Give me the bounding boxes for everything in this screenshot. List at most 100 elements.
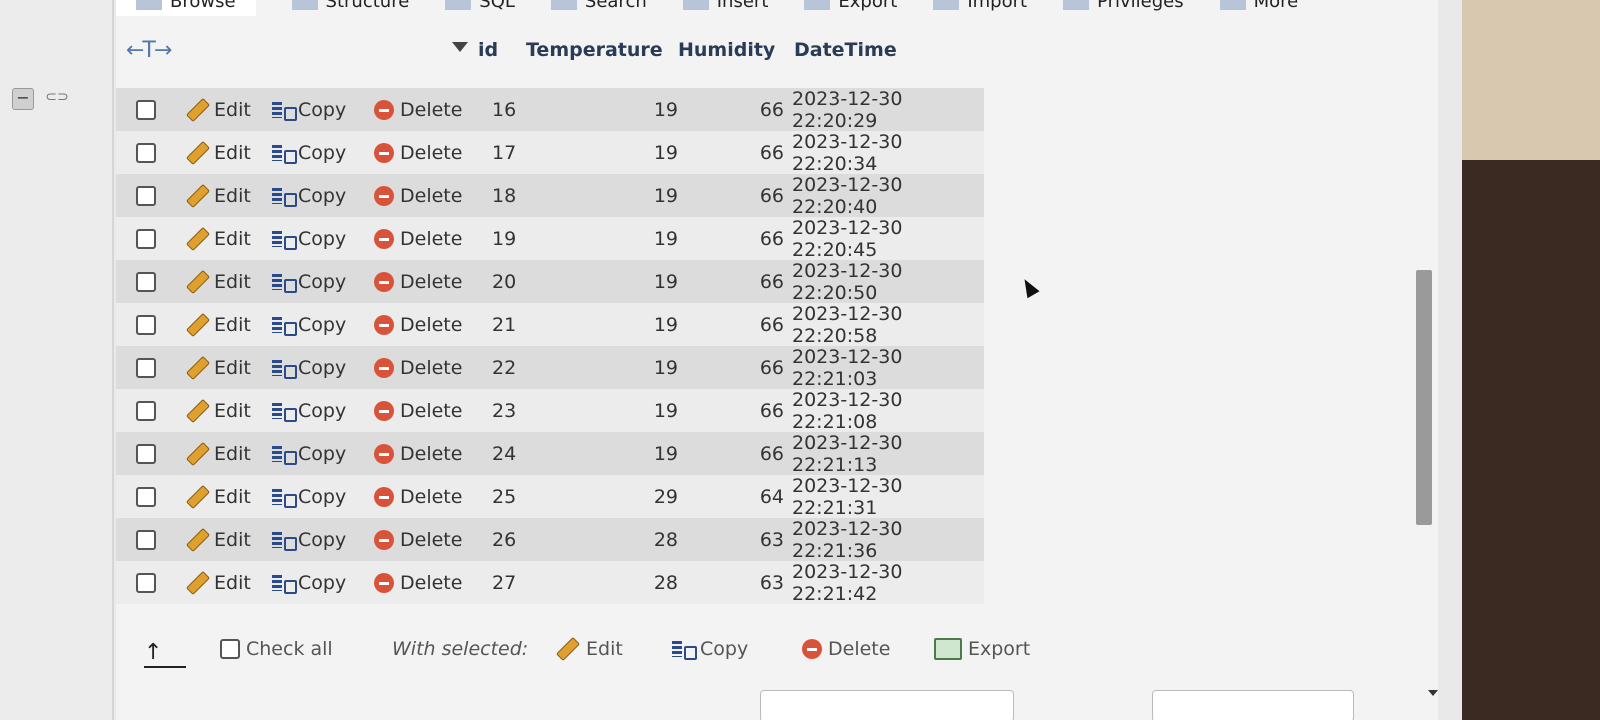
tab-export[interactable]: Export bbox=[804, 0, 897, 16]
delete-button[interactable]: Delete bbox=[374, 271, 462, 293]
link-icon[interactable]: ⊂⊃ bbox=[44, 89, 70, 107]
row-checkbox[interactable] bbox=[136, 228, 156, 249]
edit-button[interactable]: Edit bbox=[185, 570, 251, 595]
copy-button[interactable]: Copy bbox=[272, 314, 346, 336]
delete-button[interactable]: Delete bbox=[374, 314, 462, 336]
monitor-bezel bbox=[1462, 0, 1600, 720]
tab-label: Privileges bbox=[1097, 0, 1184, 12]
row-checkbox[interactable] bbox=[136, 271, 156, 292]
sort-caret-icon[interactable] bbox=[452, 42, 468, 52]
edit-button[interactable]: Edit bbox=[185, 97, 251, 122]
delete-button[interactable]: Delete bbox=[374, 486, 462, 508]
edit-button[interactable]: Edit bbox=[185, 355, 251, 380]
copy-button[interactable]: Copy bbox=[272, 271, 346, 293]
edit-button[interactable]: Edit bbox=[185, 441, 251, 466]
row-checkbox[interactable] bbox=[136, 185, 156, 206]
delete-button[interactable]: Delete bbox=[374, 99, 462, 121]
copy-button[interactable]: Copy bbox=[272, 529, 346, 551]
copy-button[interactable]: Copy bbox=[272, 400, 346, 422]
edit-button[interactable]: Edit bbox=[185, 398, 251, 423]
row-checkbox[interactable] bbox=[136, 529, 156, 550]
tab-browse[interactable]: Browse bbox=[116, 0, 256, 16]
tab-more[interactable]: More bbox=[1219, 0, 1298, 16]
check-all-checkbox[interactable] bbox=[220, 639, 240, 659]
delete-button[interactable]: Delete bbox=[374, 228, 462, 250]
column-id[interactable]: id bbox=[478, 39, 498, 61]
row-checkbox[interactable] bbox=[136, 572, 156, 593]
scroll-down-arrow-icon[interactable] bbox=[1428, 690, 1438, 696]
copy-button[interactable]: Copy bbox=[272, 357, 346, 379]
pencil-icon bbox=[185, 441, 211, 466]
edit-button[interactable]: Edit bbox=[185, 312, 251, 337]
delete-button[interactable]: Delete bbox=[374, 185, 462, 207]
edit-button[interactable]: Edit bbox=[185, 484, 251, 509]
tab-import[interactable]: Import bbox=[933, 0, 1027, 16]
delete-icon bbox=[802, 639, 822, 659]
cell-datetime: 2023-12-30 22:20:40 bbox=[792, 173, 903, 218]
navigation-panel: − ⊂⊃ bbox=[0, 0, 114, 720]
row-checkbox[interactable] bbox=[136, 99, 156, 120]
edit-button[interactable]: Edit bbox=[185, 269, 251, 294]
edit-button[interactable]: Edit bbox=[185, 527, 251, 552]
pencil-icon bbox=[555, 636, 581, 662]
row-checkbox[interactable] bbox=[136, 486, 156, 507]
footer-copy-button[interactable]: Copy bbox=[672, 638, 748, 660]
cell-datetime: 2023-12-30 22:20:50 bbox=[792, 259, 903, 304]
footer-edit-button[interactable]: Edit bbox=[555, 636, 623, 662]
delete-button[interactable]: Delete bbox=[374, 572, 462, 594]
delete-button[interactable]: Delete bbox=[374, 443, 462, 465]
check-all[interactable]: Check all bbox=[220, 638, 333, 660]
delete-label: Delete bbox=[400, 227, 463, 250]
copy-button[interactable]: Copy bbox=[272, 142, 346, 164]
edit-button[interactable]: Edit bbox=[185, 183, 251, 208]
delete-button[interactable]: Delete bbox=[374, 400, 462, 422]
copy-button[interactable]: Copy bbox=[272, 443, 346, 465]
copy-button[interactable]: Copy bbox=[272, 486, 346, 508]
pencil-icon bbox=[185, 226, 211, 251]
row-checkbox[interactable] bbox=[136, 357, 156, 378]
table-row: Edit Copy Delete 18 19 66 2023-12-30 22:20:40 bbox=[116, 173, 984, 218]
row-checkbox[interactable] bbox=[136, 443, 156, 464]
row-checkbox[interactable] bbox=[136, 400, 156, 421]
row-checkbox[interactable] bbox=[136, 314, 156, 335]
collapse-all-icon[interactable]: − bbox=[12, 88, 34, 110]
cell-humidity: 66 bbox=[759, 356, 784, 379]
edit-button[interactable]: Edit bbox=[185, 140, 251, 165]
tab-search[interactable]: Search bbox=[550, 0, 647, 16]
delete-icon bbox=[374, 572, 394, 593]
table-row: Edit Copy Delete 23 19 66 2023-12-30 22:21:08 bbox=[116, 389, 984, 433]
tab-label: Import bbox=[967, 0, 1028, 12]
row-checkbox[interactable] bbox=[136, 142, 156, 163]
copy-button[interactable]: Copy bbox=[272, 572, 346, 594]
column-datetime[interactable]: DateTime bbox=[794, 39, 897, 61]
tab-structure[interactable]: Structure bbox=[291, 0, 409, 16]
copy-button[interactable]: Copy bbox=[272, 185, 346, 207]
column-temperature[interactable]: Temperature bbox=[526, 39, 663, 61]
tab-insert[interactable]: Insert bbox=[682, 0, 768, 16]
column-arrows[interactable]: ←T→ bbox=[126, 38, 172, 63]
table-body: Edit Copy Delete 16 19 66 2023-12-30 22:20:29 E… bbox=[116, 88, 984, 605]
delete-button[interactable]: Delete bbox=[374, 142, 462, 164]
bottom-input[interactable] bbox=[760, 690, 1014, 720]
copy-button[interactable]: Copy bbox=[272, 228, 346, 250]
tab-sql[interactable]: SQL bbox=[445, 0, 515, 16]
footer-delete-button[interactable]: Delete bbox=[802, 638, 890, 660]
footer-copy-label: Copy bbox=[700, 638, 749, 660]
column-humidity[interactable]: Humidity bbox=[678, 39, 775, 61]
delete-button[interactable]: Delete bbox=[374, 529, 462, 551]
copy-button[interactable]: Copy bbox=[272, 99, 346, 121]
edit-button[interactable]: Edit bbox=[185, 226, 251, 251]
cell-humidity: 66 bbox=[759, 399, 784, 422]
bottom-select[interactable] bbox=[1152, 690, 1354, 720]
column-header-row: ←T→ id Temperature Humidity DateTime bbox=[116, 34, 984, 66]
copy-label: Copy bbox=[298, 313, 347, 336]
vertical-scrollbar[interactable] bbox=[1416, 270, 1432, 525]
footer-export-button[interactable]: Export bbox=[934, 638, 1030, 660]
footer-actions: ↑ Check all With selected: Edit Copy Del… bbox=[116, 628, 1076, 678]
tab-privileges[interactable]: Privileges bbox=[1063, 0, 1184, 16]
cell-humidity: 66 bbox=[759, 313, 784, 336]
pencil-icon bbox=[185, 570, 211, 595]
copy-label: Copy bbox=[298, 227, 347, 250]
edit-label: Edit bbox=[214, 184, 251, 207]
delete-button[interactable]: Delete bbox=[374, 357, 462, 379]
